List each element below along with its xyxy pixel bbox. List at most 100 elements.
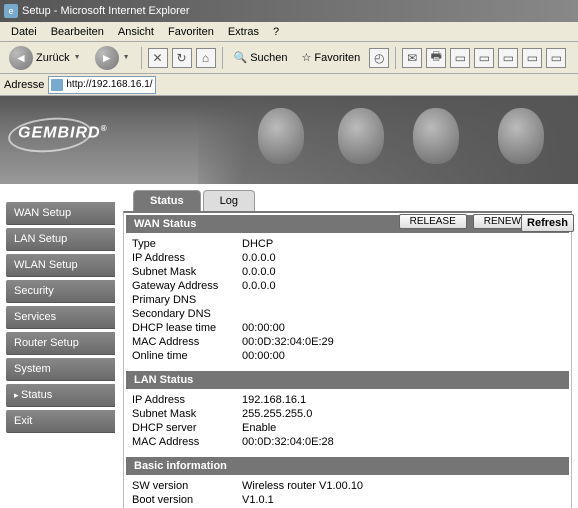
wan-ip-value: 0.0.0.0 xyxy=(242,252,563,264)
wan-lease-label: DHCP lease time xyxy=(132,322,242,334)
lan-mask-value: 255.255.255.0 xyxy=(242,408,563,420)
browser-content: GEMBIRD® WAN Setup LAN Setup WLAN Setup … xyxy=(0,96,578,508)
banner: GEMBIRD® xyxy=(0,96,578,184)
chevron-down-icon: ▼ xyxy=(74,54,81,61)
address-url: http://192.168.16.1/ xyxy=(66,79,152,90)
back-icon: ◄ xyxy=(9,46,33,70)
basic-info-body: SW versionWireless router V1.00.10 Boot … xyxy=(124,477,571,508)
basic-info-header: Basic information xyxy=(126,457,569,475)
forward-button[interactable]: ► ▼ xyxy=(90,43,135,73)
lan-ip-value: 192.168.16.1 xyxy=(242,394,563,406)
wan-mac-value: 00:0D:32:04:0E:29 xyxy=(242,336,563,348)
lan-mask-label: Subnet Mask xyxy=(132,408,242,420)
brand-logo: GEMBIRD® xyxy=(18,124,107,142)
menu-help[interactable]: ? xyxy=(266,26,286,38)
wan-online-value: 00:00:00 xyxy=(242,350,563,362)
sidebar-item-router-setup[interactable]: Router Setup xyxy=(6,332,115,355)
sidebar-item-system[interactable]: System xyxy=(6,358,115,381)
wan-mask-value: 0.0.0.0 xyxy=(242,266,563,278)
sw-version-value: Wireless router V1.00.10 xyxy=(242,480,563,492)
window-titlebar: e Setup - Microsoft Internet Explorer xyxy=(0,0,578,22)
sidebar-item-wan-setup[interactable]: WAN Setup xyxy=(6,202,115,225)
sidebar-item-security[interactable]: Security xyxy=(6,280,115,303)
wan-type-label: Type xyxy=(132,238,242,250)
favorites-label: Favoriten xyxy=(314,52,360,64)
favorites-button[interactable]: ☆ Favoriten xyxy=(297,48,366,67)
toolbar: ◄ Zurück ▼ ► ▼ ✕ ↻ ⌂ 🔍 Suchen ☆ Favorite… xyxy=(0,42,578,74)
lan-mac-value: 00:0D:32:04:0E:28 xyxy=(242,436,563,448)
boot-version-value: V1.0.1 xyxy=(242,494,563,506)
lan-dhcp-value: Enable xyxy=(242,422,563,434)
sidebar-item-services[interactable]: Services xyxy=(6,306,115,329)
menu-bearbeiten[interactable]: Bearbeiten xyxy=(44,26,111,38)
separator xyxy=(141,47,142,69)
history-button[interactable]: ◴ xyxy=(369,48,389,68)
wan-lease-value: 00:00:00 xyxy=(242,322,563,334)
wan-sdns-label: Secondary DNS xyxy=(132,308,242,320)
lan-status-body: IP Address192.168.16.1 Subnet Mask255.25… xyxy=(124,391,571,455)
refresh-toolbar-button[interactable]: ↻ xyxy=(172,48,192,68)
refresh-button[interactable]: Refresh xyxy=(521,214,574,232)
wan-pdns-label: Primary DNS xyxy=(132,294,242,306)
sidebar-item-exit[interactable]: Exit xyxy=(6,410,115,433)
addressbar-label: Adresse xyxy=(4,79,44,91)
discuss-button[interactable]: ▭ xyxy=(474,48,494,68)
menubar: Datei Bearbeiten Ansicht Favoriten Extra… xyxy=(0,22,578,42)
menu-extras[interactable]: Extras xyxy=(221,26,266,38)
tabs: Status Log xyxy=(133,190,572,211)
lan-dhcp-label: DHCP server xyxy=(132,422,242,434)
sidebar-item-status[interactable]: Status xyxy=(6,384,115,407)
banner-image xyxy=(198,96,578,184)
lan-status-header: LAN Status xyxy=(126,371,569,389)
tab-log[interactable]: Log xyxy=(203,190,255,211)
wan-gw-value: 0.0.0.0 xyxy=(242,280,563,292)
menu-datei[interactable]: Datei xyxy=(4,26,44,38)
status-panel: WAN Status TypeDHCP IP Address0.0.0.0 Su… xyxy=(123,211,572,508)
lan-ip-label: IP Address xyxy=(132,394,242,406)
main-panel: Status Log RELEASE RENEW Refresh WAN Sta… xyxy=(115,184,578,508)
boot-version-label: Boot version xyxy=(132,494,242,506)
mail-button[interactable]: ✉ xyxy=(402,48,422,68)
sw-version-label: SW version xyxy=(132,480,242,492)
star-icon: ☆ xyxy=(302,51,312,64)
separator xyxy=(395,47,396,69)
wan-pdns-value xyxy=(242,294,563,306)
wan-status-body: TypeDHCP IP Address0.0.0.0 Subnet Mask0.… xyxy=(124,235,571,369)
wan-mac-label: MAC Address xyxy=(132,336,242,348)
search-label: Suchen xyxy=(250,52,287,64)
back-button[interactable]: ◄ Zurück ▼ xyxy=(4,43,86,73)
chevron-down-icon: ▼ xyxy=(123,54,130,61)
edit-button[interactable]: ▭ xyxy=(450,48,470,68)
stop-button[interactable]: ✕ xyxy=(148,48,168,68)
lan-mac-label: MAC Address xyxy=(132,436,242,448)
window-title: Setup - Microsoft Internet Explorer xyxy=(22,5,190,17)
search-icon: 🔍 xyxy=(234,51,248,64)
wan-gw-label: Gateway Address xyxy=(132,280,242,292)
wan-mask-label: Subnet Mask xyxy=(132,266,242,278)
print-button[interactable]: 🖶 xyxy=(426,48,446,68)
addressbar: Adresse http://192.168.16.1/ xyxy=(0,74,578,96)
back-label: Zurück xyxy=(36,52,70,64)
menu-ansicht[interactable]: Ansicht xyxy=(111,26,161,38)
sidebar-item-lan-setup[interactable]: LAN Setup xyxy=(6,228,115,251)
release-button[interactable]: RELEASE xyxy=(399,214,467,229)
wan-buttons: RELEASE RENEW xyxy=(399,214,532,229)
research-button[interactable]: ▭ xyxy=(498,48,518,68)
separator xyxy=(222,47,223,69)
address-input[interactable]: http://192.168.16.1/ xyxy=(48,76,155,94)
wan-online-label: Online time xyxy=(132,350,242,362)
sidebar: WAN Setup LAN Setup WLAN Setup Security … xyxy=(0,184,115,508)
favicon-icon xyxy=(51,79,63,91)
wan-sdns-value xyxy=(242,308,563,320)
wan-type-value: DHCP xyxy=(242,238,563,250)
extra-button[interactable]: ▭ xyxy=(546,48,566,68)
wan-ip-label: IP Address xyxy=(132,252,242,264)
menu-favoriten[interactable]: Favoriten xyxy=(161,26,221,38)
sidebar-item-wlan-setup[interactable]: WLAN Setup xyxy=(6,254,115,277)
search-button[interactable]: 🔍 Suchen xyxy=(229,48,293,67)
messenger-button[interactable]: ▭ xyxy=(522,48,542,68)
tab-status[interactable]: Status xyxy=(133,190,201,211)
forward-icon: ► xyxy=(95,46,119,70)
home-button[interactable]: ⌂ xyxy=(196,48,216,68)
ie-icon: e xyxy=(4,4,18,18)
